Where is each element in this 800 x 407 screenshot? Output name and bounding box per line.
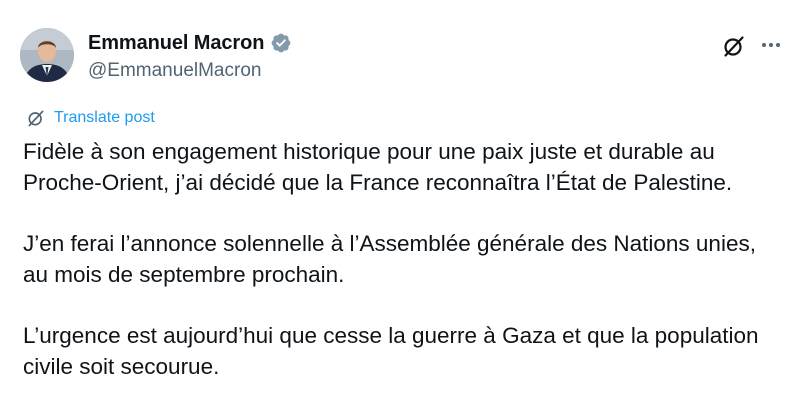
post-line: Proche-Orient, j’ai décidé que la France… (23, 170, 733, 195)
author-display-name[interactable]: Emmanuel Macron (88, 32, 264, 55)
translate-grok-icon (26, 108, 46, 128)
translate-post-link[interactable]: Translate post (26, 108, 155, 128)
post-paragraph: Fidèle à son engagement historique pour … (23, 136, 793, 198)
post-paragraph: J’en ferai l’annonce solennelle à l’Asse… (23, 228, 793, 290)
avatar-image (20, 28, 74, 82)
post-line: L’urgence est aujourd’hui que cesse la g… (23, 323, 759, 348)
post-line: J’en ferai l’annonce solennelle à l’Asse… (23, 231, 756, 256)
grok-icon[interactable] (722, 34, 746, 58)
more-options-icon[interactable] (758, 32, 784, 58)
post-paragraph: L’urgence est aujourd’hui que cesse la g… (23, 320, 793, 382)
author-handle[interactable]: @EmmanuelMacron (88, 60, 292, 82)
post-line: civile soit secourue. (23, 354, 220, 379)
tweet-card: Emmanuel Macron @EmmanuelMacron Translat… (0, 0, 800, 407)
author-name-row: Emmanuel Macron (88, 30, 292, 56)
verified-badge-icon[interactable] (270, 32, 292, 54)
post-text: Fidèle à son engagement historique pour … (23, 136, 793, 382)
avatar[interactable] (20, 28, 74, 82)
post-line: au mois de septembre prochain. (23, 262, 345, 287)
author-block: Emmanuel Macron @EmmanuelMacron (88, 30, 292, 82)
translate-post-label: Translate post (54, 109, 155, 126)
post-line: Fidèle à son engagement historique pour … (23, 139, 715, 164)
